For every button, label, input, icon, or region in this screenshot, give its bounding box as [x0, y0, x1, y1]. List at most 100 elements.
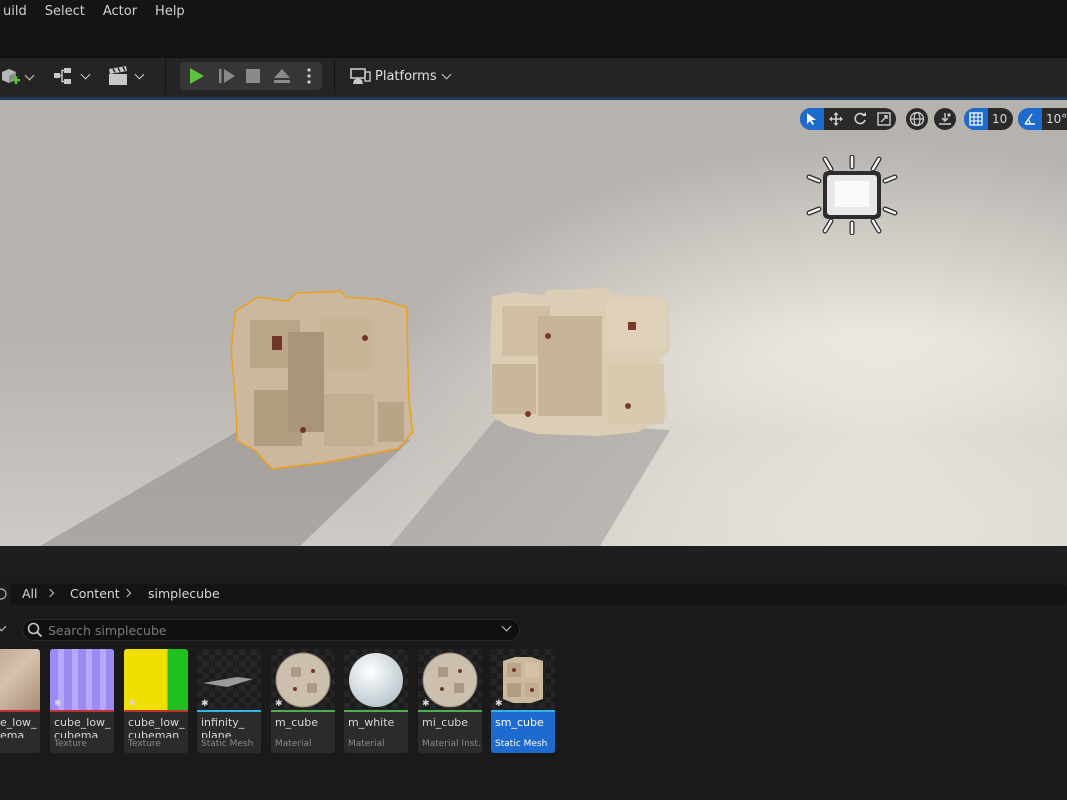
asset-type-bar [197, 710, 261, 712]
star-icon: ✱ [495, 699, 503, 709]
star-icon: ✱ [422, 699, 430, 709]
asset-type: Texture [54, 739, 87, 749]
level-viewport[interactable]: 10 10° [0, 100, 1067, 546]
cinematics-icon [109, 66, 127, 85]
blueprint-icon [54, 68, 71, 84]
advance-frame-icon[interactable] [218, 68, 236, 84]
rotation-snap-value[interactable]: 10° [1042, 112, 1067, 126]
grid-snap-value[interactable]: 10 [988, 112, 1013, 126]
breadcrumb-all[interactable]: All [22, 586, 38, 601]
rotate-mode-button[interactable] [848, 108, 872, 130]
stop-icon[interactable] [246, 69, 260, 83]
move-icon [829, 112, 843, 126]
toolbar-divider [334, 60, 335, 94]
cube-selected[interactable] [228, 290, 418, 475]
texture-thumbnail [0, 649, 40, 710]
main-toolbar [0, 57, 1067, 97]
cube-unselected[interactable] [488, 286, 674, 438]
cursor-icon [807, 113, 816, 125]
asset-name-line2: cubeman [128, 729, 180, 738]
asset-type: Material Inst... [422, 739, 482, 749]
asset-type: ture [0, 739, 40, 749]
search-icon [27, 622, 43, 638]
menu-actor[interactable]: Actor [94, 0, 146, 24]
add-actor-button[interactable] [0, 65, 35, 89]
asset-type-bar [0, 710, 40, 712]
asset-name-line2: plane [201, 729, 232, 738]
asset-name: cube_low_ [54, 716, 111, 729]
platforms-label: Platforms [375, 68, 437, 84]
coordinate-system-button[interactable] [906, 108, 928, 130]
grid-snap-toggle[interactable] [964, 108, 988, 130]
tab-strip [0, 24, 1067, 57]
play-icon[interactable] [188, 67, 206, 85]
asset-tile-orm[interactable]: ✱ cube_low_ cubeman Texture [124, 649, 188, 753]
toolbar-divider [165, 60, 166, 94]
asset-name: cube_low_ [0, 716, 37, 729]
search-input[interactable] [48, 621, 488, 639]
surface-snap-icon [939, 113, 951, 125]
panel-divider [0, 546, 1067, 578]
asset-tile-m-white[interactable]: m_white Material [344, 649, 408, 753]
eject-icon[interactable] [273, 68, 291, 84]
menu-bar: uild Select Actor Help [0, 0, 1067, 24]
star-icon: ✱ [54, 699, 62, 709]
chevron-down-icon [80, 69, 91, 80]
asset-tile-infinity-plane[interactable]: ✱ infinity_ plane Static Mesh [197, 649, 261, 753]
asset-name-line2: cubema [54, 729, 99, 738]
platforms-icon [350, 68, 371, 84]
translate-mode-button[interactable] [824, 108, 848, 130]
breadcrumb-simplecube[interactable]: simplecube [148, 586, 220, 601]
scale-icon [877, 112, 891, 126]
asset-tile-sm-cube[interactable]: ✱ sm_cube Static Mesh [491, 649, 555, 753]
menu-select[interactable]: Select [36, 0, 94, 24]
surface-snapping-button[interactable] [934, 108, 956, 130]
cinematics-button[interactable] [106, 64, 145, 88]
directional-light-icon[interactable] [805, 155, 899, 235]
platforms-button[interactable]: Platforms [350, 64, 452, 88]
asset-name: cube_low_ [128, 716, 185, 729]
blueprint-button[interactable] [52, 64, 91, 88]
asset-tile-normal[interactable]: ✱ cube_low_ cubema Texture [50, 649, 114, 753]
rotate-icon [854, 112, 866, 125]
asset-type: Material [348, 739, 385, 749]
play-controls [180, 62, 322, 90]
chevron-down-icon [134, 69, 145, 80]
transform-tools [800, 108, 896, 130]
asset-type-bar [491, 710, 555, 712]
menu-build[interactable]: uild [0, 0, 36, 24]
angle-icon [1024, 113, 1035, 125]
menu-help[interactable]: Help [146, 0, 194, 24]
asset-type-bar [418, 710, 482, 712]
star-icon: ✱ [128, 699, 136, 709]
asset-name: sm_cube [495, 716, 544, 729]
asset-name: m_white [348, 716, 395, 729]
breadcrumb-content[interactable]: Content [70, 586, 120, 601]
more-options-icon[interactable] [306, 68, 312, 84]
rotation-snap-group: 10° [1018, 108, 1067, 130]
asset-name: infinity_ [201, 716, 245, 729]
star-icon: ✱ [201, 699, 209, 709]
asset-tile-mi-cube[interactable]: ✱ mi_cube Material Inst... [418, 649, 482, 753]
asset-type-bar [50, 710, 114, 712]
star-icon: ✱ [275, 699, 283, 709]
asset-tile-basecolor[interactable]: cube_low_ cubema ture [0, 649, 40, 753]
asset-type-bar [344, 710, 408, 712]
scale-mode-button[interactable] [872, 108, 896, 130]
asset-type-bar [124, 710, 188, 712]
globe-icon [909, 111, 925, 127]
asset-name: m_cube [275, 716, 318, 729]
rotation-snap-toggle[interactable] [1018, 108, 1042, 130]
history-icon[interactable] [0, 587, 8, 601]
asset-type: Material [275, 739, 312, 749]
asset-tile-m-cube[interactable]: ✱ m_cube Material [271, 649, 335, 753]
material-thumbnail [344, 649, 408, 710]
asset-type: Static Mesh [495, 739, 548, 749]
asset-type-bar [271, 710, 335, 712]
asset-type: Static Mesh [201, 739, 254, 749]
asset-name: mi_cube [422, 716, 469, 729]
chevron-down-icon [441, 69, 452, 80]
add-actor-icon [2, 69, 20, 85]
select-mode-button[interactable] [800, 108, 824, 130]
grid-icon [969, 112, 983, 126]
